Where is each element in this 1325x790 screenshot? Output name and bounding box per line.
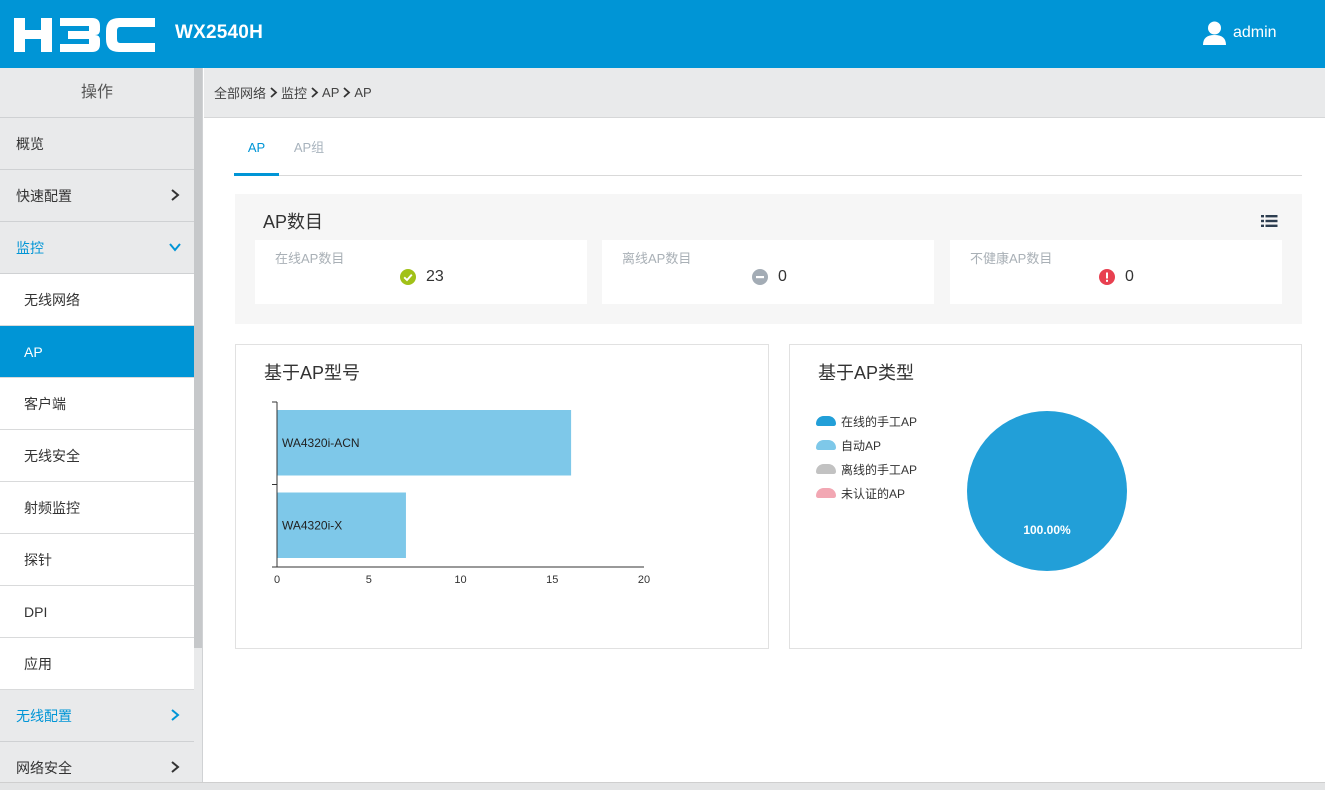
legend-label: 自动AP <box>841 438 882 453</box>
sidebar-item-probe[interactable]: 探针 <box>0 534 194 586</box>
sidebar-item-label: 监控 <box>16 239 44 256</box>
online-ap-card: 在线AP数目 23 <box>255 240 587 304</box>
chevron-right-icon <box>270 87 278 98</box>
offline-ap-label: 离线AP数目 <box>622 251 692 266</box>
h3c-logo[interactable] <box>14 16 156 54</box>
ap-type-chart-title: 基于AP类型 <box>818 363 915 383</box>
list-icon[interactable] <box>1261 214 1278 228</box>
x-tick-label: 5 <box>366 574 372 586</box>
chevron-right-icon <box>311 87 319 98</box>
unhealthy-ap-card: 不健康AP数目 0 <box>950 240 1282 304</box>
online-ap-value: 23 <box>400 268 444 286</box>
x-tick-label: 15 <box>546 574 558 586</box>
sidebar-item-quick-config[interactable]: 快速配置 <box>0 170 194 222</box>
chevron-right-icon <box>171 189 180 201</box>
bar-category-label: WA4320i-X <box>282 518 342 532</box>
chevron-right-icon <box>343 87 351 98</box>
ap-type-pie-chart: 100.00% <box>967 411 1127 571</box>
tab-ap-group[interactable]: AP组 <box>290 128 328 176</box>
legend-item-unauthenticated-ap[interactable]: 未认证的AP <box>816 481 917 505</box>
x-tick-label: 0 <box>274 574 280 586</box>
sidebar-item-monitor[interactable]: 监控 <box>0 222 194 274</box>
online-ap-count: 23 <box>426 268 444 285</box>
sidebar-title: 操作 <box>0 68 194 118</box>
sidebar-item-label: 网络安全 <box>16 759 72 776</box>
legend-item-offline-manual-ap[interactable]: 离线的手工AP <box>816 457 917 481</box>
legend-item-auto-ap[interactable]: 自动AP <box>816 433 917 457</box>
legend-swatch <box>816 488 836 498</box>
sidebar-item-rf-monitor[interactable]: 射频监控 <box>0 482 194 534</box>
pie-slice[interactable] <box>967 411 1127 571</box>
ap-count-panel: AP数目 在线AP数目 23 离线AP数目 0 不健康AP数目 0 <box>235 194 1302 324</box>
sidebar-item-wireless-config[interactable]: 无线配置 <box>0 690 194 742</box>
tab-bar: AP AP组 <box>234 128 1302 176</box>
bottom-bar <box>0 782 1325 790</box>
offline-ap-card: 离线AP数目 0 <box>602 240 934 304</box>
sidebar-item-ap[interactable]: AP <box>0 326 194 378</box>
sidebar-scrollbar[interactable] <box>194 68 202 648</box>
chevron-down-icon <box>169 243 181 252</box>
top-header: WX2540H admin <box>0 0 1325 68</box>
sidebar-item-label: 概览 <box>16 135 44 152</box>
breadcrumb-item[interactable]: 监控 <box>281 83 307 102</box>
offline-ap-count: 0 <box>778 268 787 285</box>
tab-ap[interactable]: AP <box>234 128 279 176</box>
minus-circle-icon <box>752 269 768 285</box>
sidebar-item-label: AP <box>24 343 43 360</box>
breadcrumb-item[interactable]: 全部网络 <box>214 83 266 102</box>
ap-type-legend: 在线的手工AP 自动AP 离线的手工AP 未认证的AP <box>816 409 917 505</box>
sidebar-item-overview[interactable]: 概览 <box>0 118 194 170</box>
legend-label: 在线的手工AP <box>841 414 918 429</box>
check-circle-icon <box>400 269 416 285</box>
legend-swatch <box>816 440 836 450</box>
sidebar-item-clients[interactable]: 客户端 <box>0 378 194 430</box>
user-icon <box>1203 21 1226 45</box>
legend-label: 离线的手工AP <box>841 462 918 477</box>
breadcrumb: 全部网络 监控 AP AP <box>204 68 1325 118</box>
h3c-logo-mark <box>14 18 155 52</box>
exclamation-circle-icon <box>1099 269 1115 285</box>
legend-swatch <box>816 464 836 474</box>
sidebar-item-label: 探针 <box>24 551 52 568</box>
sidebar-item-label: 应用 <box>24 655 52 672</box>
chevron-right-icon <box>171 709 180 721</box>
legend-label: 未认证的AP <box>841 486 906 501</box>
x-tick-label: 20 <box>638 574 650 586</box>
unhealthy-ap-label: 不健康AP数目 <box>970 251 1053 266</box>
sidebar-item-label: 客户端 <box>24 395 66 412</box>
legend-item-online-manual-ap[interactable]: 在线的手工AP <box>816 409 917 433</box>
ap-model-chart-panel: 基于AP型号 WA4320i-ACN WA4320i-X 0 5 10 15 20 <box>235 344 769 649</box>
sidebar-item-label: 快速配置 <box>16 187 72 204</box>
sidebar-item-wireless-security[interactable]: 无线安全 <box>0 430 194 482</box>
unhealthy-ap-value: 0 <box>1099 268 1134 286</box>
user-menu[interactable]: admin <box>1202 20 1277 45</box>
legend-swatch <box>816 416 836 426</box>
breadcrumb-item: AP <box>354 85 372 100</box>
device-model: WX2540H <box>175 22 263 43</box>
sidebar-item-label: 无线网络 <box>24 291 80 308</box>
sidebar-item-label: DPI <box>24 603 48 620</box>
bar-category-label: WA4320i-ACN <box>282 436 360 450</box>
username: admin <box>1233 23 1277 41</box>
ap-type-chart-panel: 基于AP类型 在线的手工AP 自动AP 离线的手工AP 未认证的AP 100.0… <box>789 344 1302 649</box>
offline-ap-value: 0 <box>752 268 787 286</box>
sidebar: 操作 概览 快速配置 监控 无线网络 AP 客户端 无线安全 射频监控 探针 D… <box>0 68 203 790</box>
pie-slice-label: 100.00% <box>1023 523 1071 537</box>
sidebar-item-application[interactable]: 应用 <box>0 638 194 690</box>
chevron-right-icon <box>171 761 180 773</box>
breadcrumb-item[interactable]: AP <box>322 85 339 100</box>
online-ap-label: 在线AP数目 <box>275 251 345 266</box>
sidebar-item-dpi[interactable]: DPI <box>0 586 194 638</box>
sidebar-item-wireless-network[interactable]: 无线网络 <box>0 274 194 326</box>
sidebar-item-label: 无线配置 <box>16 707 72 724</box>
x-tick-label: 10 <box>454 574 466 586</box>
sidebar-menu: 概览 快速配置 监控 无线网络 AP 客户端 无线安全 射频监控 探针 DPI <box>0 118 194 790</box>
ap-count-title: AP数目 <box>263 212 324 232</box>
unhealthy-ap-count: 0 <box>1125 268 1134 285</box>
ap-model-bar-chart: WA4320i-ACN WA4320i-X 0 5 10 15 20 <box>272 401 650 586</box>
ap-model-chart-title: 基于AP型号 <box>264 363 361 383</box>
sidebar-item-label: 无线安全 <box>24 447 80 464</box>
sidebar-item-label: 射频监控 <box>24 499 80 516</box>
